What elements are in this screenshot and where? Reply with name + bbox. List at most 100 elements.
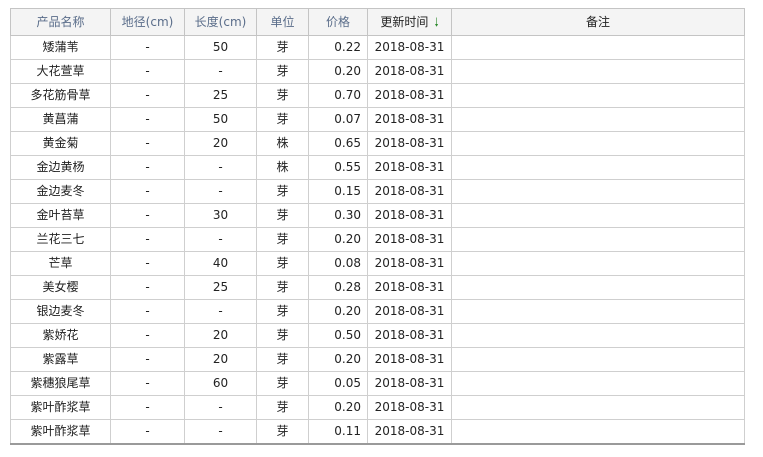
header-diameter[interactable]: 地径(cm) xyxy=(110,8,185,36)
diameter-cell: - xyxy=(110,203,185,228)
price-cell: 0.20 xyxy=(308,59,368,84)
diameter-cell: - xyxy=(110,35,185,60)
updated-cell: 2018-08-31 xyxy=(367,299,452,324)
table-row: 银边麦冬 - - 芽 0.20 2018-08-31 xyxy=(10,299,745,324)
product-name-cell: 银边麦冬 xyxy=(10,299,111,324)
length-cell: 20 xyxy=(184,131,257,156)
product-name-cell: 紫娇花 xyxy=(10,323,111,348)
length-cell: 25 xyxy=(184,83,257,108)
updated-cell: 2018-08-31 xyxy=(367,275,452,300)
length-cell: - xyxy=(184,59,257,84)
diameter-cell: - xyxy=(110,275,185,300)
remark-cell xyxy=(451,35,745,60)
length-cell: - xyxy=(184,395,257,420)
updated-cell: 2018-08-31 xyxy=(367,35,452,60)
updated-cell: 2018-08-31 xyxy=(367,419,452,445)
price-cell: 0.07 xyxy=(308,107,368,132)
price-cell: 0.20 xyxy=(308,299,368,324)
updated-cell: 2018-08-31 xyxy=(367,371,452,396)
updated-cell: 2018-08-31 xyxy=(367,179,452,204)
product-name-cell: 黄菖蒲 xyxy=(10,107,111,132)
header-length[interactable]: 长度(cm) xyxy=(184,8,257,36)
table-row: 兰花三七 - - 芽 0.20 2018-08-31 xyxy=(10,227,745,252)
remark-cell xyxy=(451,59,745,84)
product-name-cell: 金边黄杨 xyxy=(10,155,111,180)
price-cell: 0.20 xyxy=(308,395,368,420)
product-name-cell: 美女樱 xyxy=(10,275,111,300)
remark-cell xyxy=(451,155,745,180)
length-cell: - xyxy=(184,155,257,180)
price-cell: 0.70 xyxy=(308,83,368,108)
header-updated-sorted[interactable]: 更新时间 🠓 xyxy=(367,8,452,36)
table-row: 多花筋骨草 -25 芽 0.70 2018-08-31 xyxy=(10,83,745,108)
diameter-cell: - xyxy=(110,323,185,348)
unit-cell: 芽 xyxy=(256,275,309,300)
price-cell: 0.65 xyxy=(308,131,368,156)
diameter-cell: - xyxy=(110,179,185,204)
unit-cell: 株 xyxy=(256,131,309,156)
product-name-cell: 金边麦冬 xyxy=(10,179,111,204)
table-row: 金边麦冬 - - 芽 0.15 2018-08-31 xyxy=(10,179,745,204)
header-unit[interactable]: 单位 xyxy=(256,8,309,36)
header-price[interactable]: 价格 xyxy=(308,8,368,36)
table-row: 紫叶酢浆草 - - 芽 0.11 2018-08-31 xyxy=(10,419,745,445)
diameter-cell: - xyxy=(110,299,185,324)
remark-cell xyxy=(451,179,745,204)
header-product-name[interactable]: 产品名称 xyxy=(10,8,111,36)
product-name-cell: 矮蒲苇 xyxy=(10,35,111,60)
updated-cell: 2018-08-31 xyxy=(367,227,452,252)
diameter-cell: - xyxy=(110,131,185,156)
price-table: 产品名称 地径(cm) 长度(cm) 单位 价格 更新时间 🠓 备注 矮蒲苇 -50… xyxy=(10,8,745,445)
price-cell: 0.28 xyxy=(308,275,368,300)
diameter-cell: - xyxy=(110,227,185,252)
diameter-cell: - xyxy=(110,371,185,396)
unit-cell: 芽 xyxy=(256,251,309,276)
header-remark: 备注 xyxy=(451,8,745,36)
remark-cell xyxy=(451,275,745,300)
product-name-cell: 芒草 xyxy=(10,251,111,276)
remark-cell xyxy=(451,131,745,156)
remark-cell xyxy=(451,419,745,445)
table-body: 矮蒲苇 -50 芽 0.22 2018-08-31 大花萱草 - - 芽 0.20 2018-08-… xyxy=(10,35,745,445)
price-cell: 0.08 xyxy=(308,251,368,276)
product-name-cell: 兰花三七 xyxy=(10,227,111,252)
price-cell: 0.20 xyxy=(308,227,368,252)
unit-cell: 芽 xyxy=(256,323,309,348)
header-updated-label: 更新时间 xyxy=(380,15,429,29)
product-name-cell: 黄金菊 xyxy=(10,131,111,156)
length-cell: 40 xyxy=(184,251,257,276)
unit-cell: 芽 xyxy=(256,299,309,324)
price-cell: 0.11 xyxy=(308,419,368,445)
price-cell: 0.55 xyxy=(308,155,368,180)
arrow-down-icon: 🠓 xyxy=(434,15,439,29)
length-cell: 60 xyxy=(184,371,257,396)
table-row: 芒草 -40 芽 0.08 2018-08-31 xyxy=(10,251,745,276)
length-cell: 50 xyxy=(184,107,257,132)
length-cell: 30 xyxy=(184,203,257,228)
unit-cell: 芽 xyxy=(256,347,309,372)
length-cell: 25 xyxy=(184,275,257,300)
table-row: 矮蒲苇 -50 芽 0.22 2018-08-31 xyxy=(10,35,745,60)
unit-cell: 芽 xyxy=(256,227,309,252)
table-row: 黄菖蒲 -50 芽 0.07 2018-08-31 xyxy=(10,107,745,132)
price-table-container: 产品名称 地径(cm) 长度(cm) 单位 价格 更新时间 🠓 备注 矮蒲苇 -50… xyxy=(10,8,745,445)
unit-cell: 芽 xyxy=(256,203,309,228)
updated-cell: 2018-08-31 xyxy=(367,131,452,156)
table-row: 美女樱 -25 芽 0.28 2018-08-31 xyxy=(10,275,745,300)
table-header-row: 产品名称 地径(cm) 长度(cm) 单位 价格 更新时间 🠓 备注 xyxy=(10,8,745,36)
unit-cell: 芽 xyxy=(256,35,309,60)
remark-cell xyxy=(451,251,745,276)
price-cell: 0.22 xyxy=(308,35,368,60)
length-cell: 20 xyxy=(184,347,257,372)
updated-cell: 2018-08-31 xyxy=(367,83,452,108)
length-cell: - xyxy=(184,227,257,252)
table-row: 大花萱草 - - 芽 0.20 2018-08-31 xyxy=(10,59,745,84)
diameter-cell: - xyxy=(110,59,185,84)
updated-cell: 2018-08-31 xyxy=(367,323,452,348)
product-name-cell: 紫露草 xyxy=(10,347,111,372)
price-cell: 0.30 xyxy=(308,203,368,228)
diameter-cell: - xyxy=(110,419,185,445)
table-row: 紫穗狼尾草 -60 芽 0.05 2018-08-31 xyxy=(10,371,745,396)
product-name-cell: 紫叶酢浆草 xyxy=(10,419,111,445)
price-cell: 0.05 xyxy=(308,371,368,396)
